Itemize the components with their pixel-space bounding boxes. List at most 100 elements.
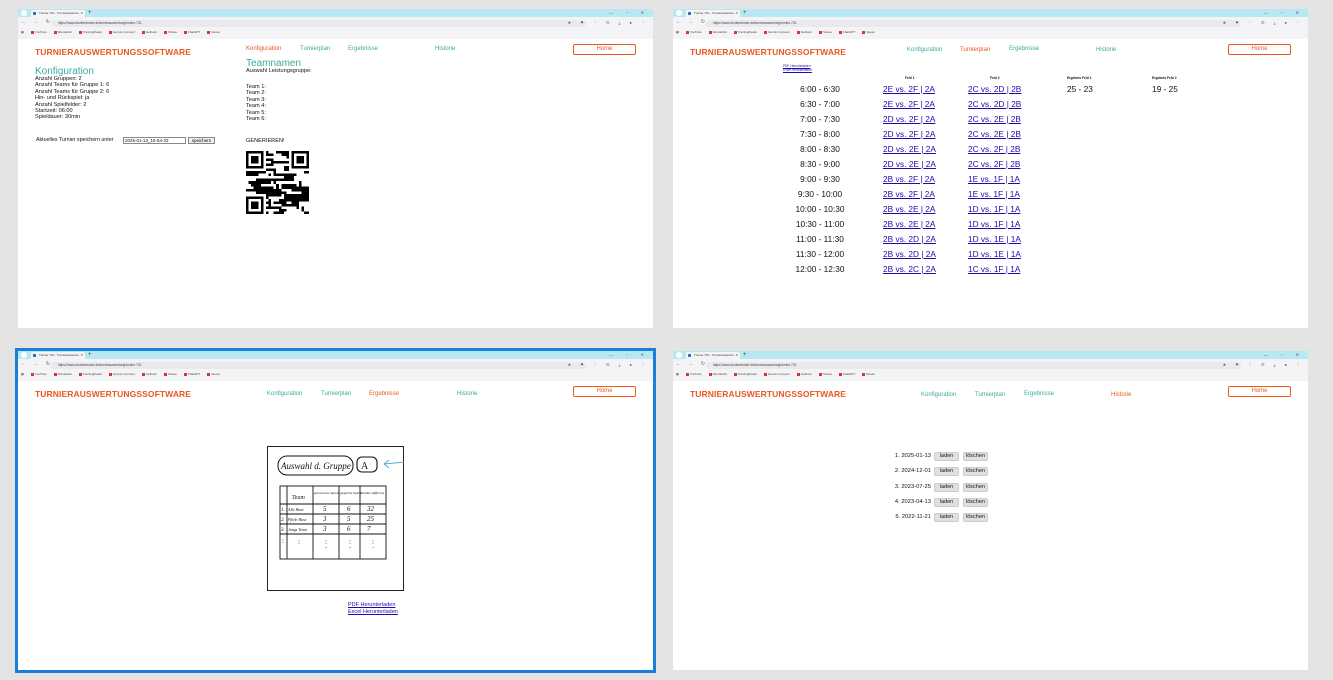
- nav-history[interactable]: Historie: [457, 391, 477, 397]
- bookmark-item[interactable]: TrainingPeaks: [733, 30, 757, 34]
- bookmark-item[interactable]: YouTube: [30, 30, 47, 34]
- window-controls-icon[interactable]: — ▫ ✕: [1264, 351, 1305, 359]
- field-2-match-link[interactable]: 2C vs. 2D | 2B: [968, 99, 1021, 109]
- bookmark-item[interactable]: Garmin Connect: [108, 372, 135, 376]
- browser-tab[interactable]: Turnier 731 - Turnierauswertu… ✕: [31, 10, 85, 17]
- bookmark-item[interactable]: Getheim: [141, 372, 157, 376]
- bookmark-item[interactable]: Wunderlist: [708, 372, 727, 376]
- extensions-icon[interactable]: ★ ⚑ ⋮ ⊡ ⤓ ● ⋮: [1223, 20, 1304, 25]
- field-1-match-link[interactable]: 2D vs. 2F | 2A: [883, 114, 935, 124]
- bookmark-item[interactable]: TrainingPeaks: [78, 30, 102, 34]
- new-tab-icon[interactable]: +: [743, 351, 747, 359]
- load-button[interactable]: laden: [934, 497, 959, 507]
- bookmark-item[interactable]: ChatGPT: [838, 30, 855, 34]
- home-button[interactable]: Home: [573, 386, 636, 397]
- team-field[interactable]: Team 4:: [246, 103, 266, 109]
- delete-button[interactable]: löschen: [963, 452, 988, 461]
- window-controls-icon[interactable]: — ▫ ✕: [609, 351, 650, 359]
- bookmark-item[interactable]: ChatGPT: [183, 372, 200, 376]
- tab-search-icon[interactable]: [676, 10, 682, 16]
- load-button[interactable]: laden: [934, 467, 959, 477]
- bookmark-item[interactable]: YouTube: [685, 30, 702, 34]
- field-1-match-link[interactable]: 2D vs. 2F | 2A: [883, 129, 935, 139]
- field-2-match-link[interactable]: 2C vs. 2F | 2B: [968, 159, 1020, 169]
- field-1-match-link[interactable]: 2E vs. 2F | 2A: [883, 99, 935, 109]
- field-2-match-link[interactable]: 2C vs. 2E | 2B: [968, 129, 1021, 139]
- field-2-match-link[interactable]: 2C vs. 2D | 2B: [968, 84, 1021, 94]
- nav-tournament-plan[interactable]: Turnierplan: [321, 391, 351, 397]
- address-bar[interactable]: https://www.drunterdruber.de/turnierausw…: [706, 20, 1241, 27]
- load-button[interactable]: laden: [934, 513, 959, 523]
- delete-button[interactable]: löschen: [963, 497, 988, 507]
- home-button[interactable]: Home: [1228, 44, 1291, 55]
- field-1-match-link[interactable]: 2D vs. 2E | 2A: [883, 159, 936, 169]
- field-1-match-link[interactable]: 2D vs. 2E | 2A: [883, 144, 936, 154]
- delete-button[interactable]: löschen: [963, 482, 988, 492]
- navigation-arrows-icon[interactable]: ← → ↻: [21, 361, 53, 367]
- save-button[interactable]: speichern: [188, 137, 215, 144]
- window-controls-icon[interactable]: — ▫ ✕: [609, 9, 650, 17]
- field-2-match-link[interactable]: 1E vs. 1F | 1A: [968, 189, 1020, 199]
- field-1-match-link[interactable]: 2E vs. 2F | 2A: [883, 84, 935, 94]
- navigation-arrows-icon[interactable]: ← → ↻: [676, 19, 708, 25]
- browser-tab[interactable]: Turnier 731 - Turnierauswertu… ✕: [686, 10, 740, 17]
- bookmark-item[interactable]: Strava: [164, 30, 177, 34]
- nav-tournament-plan[interactable]: Turnierplan: [300, 46, 330, 52]
- bookmark-item[interactable]: Strava: [164, 372, 177, 376]
- brand-logo[interactable]: TURNIERAUSWERTUNGSSOFTWARE: [35, 389, 191, 399]
- bookmark-item[interactable]: Garmin Connect: [108, 30, 135, 34]
- nav-configuration[interactable]: Konfiguration: [921, 392, 956, 398]
- bookmark-item[interactable]: ChatGPT: [183, 30, 200, 34]
- bookmark-item[interactable]: Garmin Connect: [763, 372, 790, 376]
- bookmark-item[interactable]: Strava: [819, 30, 832, 34]
- field-2-match-link[interactable]: 1D vs. 1E | 1A: [968, 234, 1021, 244]
- nav-history[interactable]: Historie: [1096, 47, 1116, 53]
- tab-search-icon[interactable]: [676, 352, 682, 358]
- delete-button[interactable]: löschen: [963, 513, 988, 523]
- pdf-download-link[interactable]: PDF Herunterladen: [348, 602, 395, 608]
- bookmark-item[interactable]: Neuen: [862, 372, 875, 376]
- field-1-match-link[interactable]: 2B vs. 2C | 2A: [883, 264, 936, 274]
- bookmark-item[interactable]: Garmin Connect: [763, 30, 790, 34]
- nav-history[interactable]: Historie: [1111, 392, 1131, 398]
- team-field[interactable]: Team 2:: [246, 90, 266, 96]
- brand-logo[interactable]: TURNIERAUSWERTUNGSSOFTWARE: [35, 47, 191, 57]
- close-tab-icon[interactable]: ✕: [80, 10, 83, 17]
- group-select-label[interactable]: Auswahl Leistungsgruppe:: [246, 68, 312, 74]
- address-bar[interactable]: https://www.drunterdruber.de/turnierausw…: [51, 362, 586, 369]
- field-1-match-link[interactable]: 2B vs. 2E | 2A: [883, 219, 935, 229]
- extensions-icon[interactable]: ★ ⚑ ⋮ ⊡ ⤓ ● ⋮: [1223, 362, 1304, 367]
- bookmark-item[interactable]: TrainingPeaks: [733, 372, 757, 376]
- bookmark-item[interactable]: TrainingPeaks: [78, 372, 102, 376]
- bookmark-item[interactable]: Wunderlist: [53, 30, 72, 34]
- delete-button[interactable]: löschen: [963, 467, 988, 477]
- team-field[interactable]: Team 6:: [246, 116, 266, 122]
- load-button[interactable]: laden: [934, 482, 959, 492]
- bookmark-item[interactable]: Strava: [819, 372, 832, 376]
- bookmark-item[interactable]: Neuen: [862, 30, 875, 34]
- home-button[interactable]: Home: [573, 44, 636, 55]
- bookmark-item[interactable]: Getheim: [796, 30, 812, 34]
- extensions-icon[interactable]: ★ ⚑ ⋮ ⊡ ⤓ ● ⋮: [568, 20, 649, 25]
- new-tab-icon[interactable]: +: [743, 9, 747, 17]
- browser-tab[interactable]: Turnier 731 - Turnierauswertu… ✕: [686, 352, 740, 359]
- apps-grid-icon[interactable]: ▦: [21, 30, 24, 34]
- nav-results[interactable]: Ergebnisse: [1009, 46, 1039, 52]
- extensions-icon[interactable]: ★ ⚑ ⋮ ⊡ ⤓ ● ⋮: [568, 362, 649, 367]
- generate-button[interactable]: GENERIEREN!: [246, 138, 285, 144]
- field-1-match-link[interactable]: 2B vs. 2E | 2A: [883, 204, 935, 214]
- field-2-match-link[interactable]: 1D vs. 1F | 1A: [968, 204, 1020, 214]
- bookmark-item[interactable]: Wunderlist: [53, 372, 72, 376]
- apps-grid-icon[interactable]: ▦: [676, 372, 679, 376]
- field-1-match-link[interactable]: 2B vs. 2D | 2A: [883, 234, 936, 244]
- field-2-match-link[interactable]: 1D vs. 1F | 1A: [968, 219, 1020, 229]
- nav-configuration[interactable]: Konfiguration: [246, 46, 281, 52]
- field-2-match-link[interactable]: 2C vs. 2E | 2B: [968, 114, 1021, 124]
- window-controls-icon[interactable]: — ▫ ✕: [1264, 9, 1305, 17]
- apps-grid-icon[interactable]: ▦: [676, 30, 679, 34]
- bookmark-item[interactable]: Getheim: [141, 30, 157, 34]
- field-2-match-link[interactable]: 1C vs. 1F | 1A: [968, 264, 1020, 274]
- new-tab-icon[interactable]: +: [88, 351, 92, 359]
- bookmark-item[interactable]: Wunderlist: [708, 30, 727, 34]
- load-button[interactable]: laden: [934, 452, 959, 461]
